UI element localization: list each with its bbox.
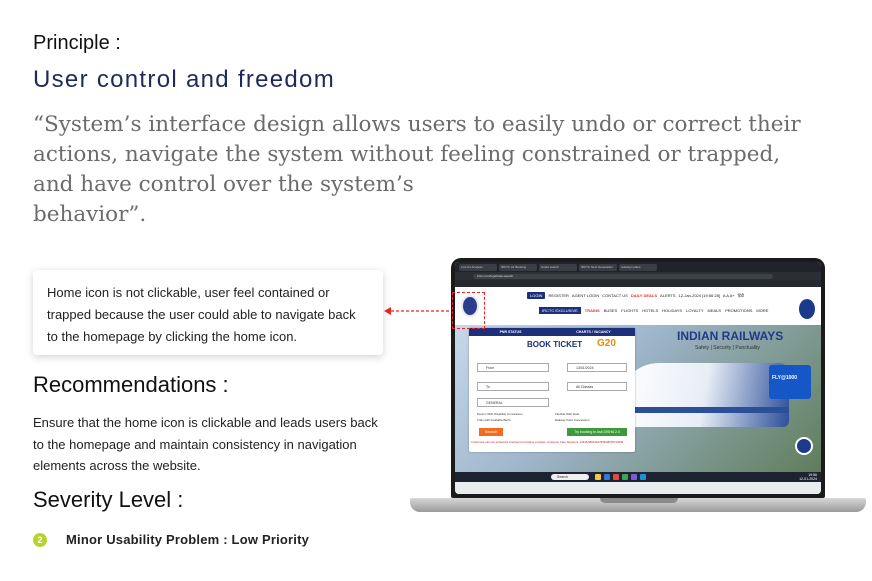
chrome-icon — [613, 474, 619, 480]
g20-logo: G20 — [597, 338, 616, 349]
booking-panel: PNR STATUS CHARTS / VACANCY BOOK TICKET … — [469, 328, 635, 452]
taskbar-clock: 19:56 12-01-2024 — [799, 473, 817, 481]
windows-taskbar: Search 19:56 12-01-2024 — [455, 472, 821, 482]
recommendations-heading: Recommendations : — [33, 372, 229, 397]
main-nav: IRCTC EXCLUSIVE TRAINS BUSES FLIGHTS HOT… — [539, 307, 768, 314]
quote-line: and have control over the system’s — [33, 172, 414, 197]
taskbar-icons — [595, 474, 646, 480]
callout-line: trapped because the user could able to n… — [47, 307, 356, 322]
principle-label: Principle : — [33, 32, 121, 54]
hero-banner: INDIAN RAILWAYS Safety | Security | Punc… — [455, 325, 821, 472]
tab-pnr-status: PNR STATUS — [499, 330, 522, 334]
datetime-text: 12-Jan-2024 [19:56:28] — [678, 293, 720, 298]
search-button: Search — [479, 428, 503, 436]
promo-text: FLY@1000 — [772, 375, 797, 381]
website-screenshot: Live for Analysis IRCTC Air Booking Guid… — [455, 262, 821, 494]
train-image — [619, 363, 789, 427]
quote-line: behavior”. — [33, 202, 147, 227]
nav-hotels: HOTELS — [642, 308, 659, 313]
principle-title: User control and freedom — [33, 66, 335, 93]
nav-buses: BUSES — [603, 308, 618, 313]
issue-callout: Home icon is not clickable, user feel co… — [33, 270, 383, 355]
browser-tab: Live for Analysis — [459, 263, 497, 271]
nav-holidays: HOLIDAYS — [662, 308, 683, 313]
severity-heading: Severity Level : — [33, 487, 184, 512]
recommendation-line: to the homepage and maintain consistency… — [33, 436, 357, 452]
callout-line: to the homepage by clicking the home ico… — [47, 329, 298, 344]
laptop-notch — [600, 498, 678, 503]
booking-tabs: PNR STATUS CHARTS / VACANCY — [469, 328, 635, 336]
contact-us-link: CONTACT US — [602, 293, 628, 298]
login-link: LOGIN — [527, 292, 546, 299]
app-icon — [622, 474, 628, 480]
severity-badge: 2 — [33, 532, 47, 547]
quota-select: GENERAL — [477, 398, 549, 407]
book-ticket-title: BOOK TICKET — [527, 340, 583, 349]
booking-notice: Customers can use enhanced interface for… — [471, 440, 624, 444]
hero-subtitle: Safety | Security | Punctuality — [695, 345, 760, 351]
indian-railways-logo — [799, 299, 815, 319]
agent-login-link: AGENT LOGIN — [571, 293, 600, 298]
browser-tab-bar: Live for Analysis IRCTC Air Booking Guid… — [455, 262, 821, 272]
recommendation-line: elements across the website. — [33, 458, 201, 473]
folder-icon — [595, 474, 601, 480]
language-link: हिंदी — [737, 292, 744, 298]
to-field: To — [477, 382, 549, 391]
callout-line: Home icon is not clickable, user feel co… — [47, 285, 330, 300]
taskbar-search: Search — [551, 474, 589, 480]
screen-bottom — [455, 482, 821, 494]
train-stripe — [619, 407, 789, 413]
recommendation-line: Ensure that the home icon is clickable a… — [33, 415, 378, 430]
address-field: irctc.co.in/nget/train-search — [473, 273, 773, 279]
edge-icon — [604, 474, 610, 480]
nav-more: MORE — [756, 308, 769, 313]
taskbar-date: 12-01-2024 — [799, 477, 817, 481]
irctc-exclusive-button: IRCTC EXCLUSIVE — [539, 307, 581, 314]
nav-loyalty: LOYALTY — [686, 308, 704, 313]
nav-promotions: PROMOTIONS — [725, 308, 753, 313]
daily-deals-link: DAILY DEALS — [630, 293, 658, 298]
browser-address-bar: irctc.co.in/nget/train-search — [455, 272, 821, 280]
bookmarks-bar — [455, 280, 821, 287]
site-header: LOGIN REGISTER AGENT LOGIN CONTACT US DA… — [455, 287, 821, 325]
checkbox-pass-concession: Railway Pass Concession — [555, 418, 590, 422]
top-nav: LOGIN REGISTER AGENT LOGIN CONTACT US DA… — [527, 292, 744, 299]
chatbot-icon — [795, 437, 813, 455]
nav-meals: MEALS — [707, 308, 722, 313]
date-field: 13/01/2024 — [567, 363, 627, 372]
severity-text: Minor Usability Problem : Low Priority — [66, 532, 310, 547]
register-link: REGISTER — [548, 293, 569, 298]
laptop-mockup: Live for Analysis IRCTC Air Booking Guid… — [451, 258, 825, 498]
tab-charts-vacancy: CHARTS / VACANCY — [576, 330, 611, 334]
class-select: All Classes — [567, 382, 627, 391]
promo-ad: FLY@1000 — [769, 365, 811, 399]
quote-line: actions, navigate the system without fee… — [33, 142, 781, 167]
principle-quote: “System’s interface design allows users … — [33, 110, 833, 230]
alerts-link: ALERTS — [660, 293, 676, 298]
quote-line: “System’s interface design allows users … — [33, 112, 801, 137]
home-icon-highlight — [452, 292, 485, 329]
nav-flights: FLIGHTS — [621, 308, 639, 313]
font-size-controls: A A A+ — [722, 293, 735, 298]
from-field: From — [477, 363, 549, 372]
app-icon — [631, 474, 637, 480]
browser-tab: IRCTC Air Booking — [499, 263, 537, 271]
severity-row: 2 Minor Usability Problem : Low Priority — [33, 532, 309, 547]
nav-trains: TRAINS — [584, 308, 600, 313]
checkbox-disability: Person With Disability Concession — [477, 412, 523, 416]
recommendations-text: Ensure that the home icon is clickable a… — [33, 412, 413, 477]
browser-tab: Guide search — [539, 263, 577, 271]
ask-disha-button: Try booking in Ask DISHA 2.0 — [567, 428, 627, 436]
checkbox-flexible-date: Flexible With Date — [555, 412, 580, 416]
checkbox-available-berth: Train with Available Berth — [477, 418, 511, 422]
callout-arrow-icon — [384, 307, 454, 315]
app-icon — [640, 474, 646, 480]
browser-tab: IRCTC Next Generation — [579, 263, 617, 271]
hero-title: INDIAN RAILWAYS — [677, 329, 784, 343]
browser-tab: redesign plans — [619, 263, 657, 271]
